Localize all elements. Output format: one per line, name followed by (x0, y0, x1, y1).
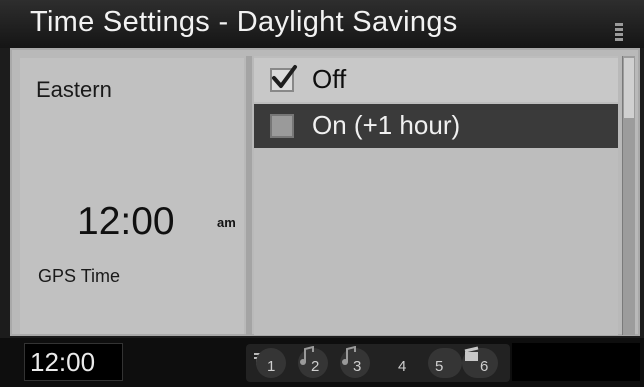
time-info-panel: Eastern 12:00 am GPS Time (20, 58, 244, 334)
preset-3[interactable]: 3 (340, 346, 370, 378)
status-clock-text: 12:00 (30, 347, 96, 377)
preset-5[interactable]: 5 (428, 348, 462, 378)
title-bar: Time Settings - Daylight Savings (0, 0, 644, 48)
preset-6[interactable]: 6 (462, 346, 498, 378)
screen: Time Settings - Daylight Savings Eastern… (0, 0, 644, 387)
checkbox-unchecked[interactable] (270, 114, 294, 138)
am-pm-indicator: am (217, 215, 236, 230)
checkbox-checked[interactable] (270, 65, 297, 92)
option-off[interactable]: Off (254, 58, 618, 102)
preset-5-label: 5 (435, 358, 444, 375)
current-time: 12:00 (77, 200, 175, 243)
status-right-area (512, 343, 640, 381)
preset-4[interactable]: 4 (388, 348, 418, 378)
scrollbar[interactable] (622, 56, 635, 335)
option-on-label: On (+1 hour) (312, 110, 461, 140)
preset-1-label: 1 (267, 358, 276, 375)
preset-2[interactable]: 2 (298, 346, 328, 378)
option-on[interactable]: On (+1 hour) (254, 104, 618, 148)
panel-divider (246, 56, 252, 335)
option-off-label: Off (312, 64, 347, 94)
preset-2-label: 2 (311, 358, 320, 375)
preset-4-label: 4 (398, 358, 407, 375)
time-source-label: GPS Time (38, 266, 121, 286)
preset-6-label: 6 (480, 358, 489, 375)
status-clock: 12:00 (24, 343, 123, 381)
preset-1[interactable]: 1 (256, 348, 286, 378)
preset-3-label: 3 (353, 358, 362, 375)
checkmark-icon (272, 65, 297, 88)
clapperboard-icon (464, 346, 479, 361)
options-list: Off On (+1 hour) (254, 56, 618, 335)
scrollbar-thumb[interactable] (624, 58, 634, 118)
time-zone-label: Eastern (36, 77, 112, 102)
page-title: Time Settings - Daylight Savings (30, 6, 458, 38)
scroll-indicator-icon (615, 23, 623, 41)
